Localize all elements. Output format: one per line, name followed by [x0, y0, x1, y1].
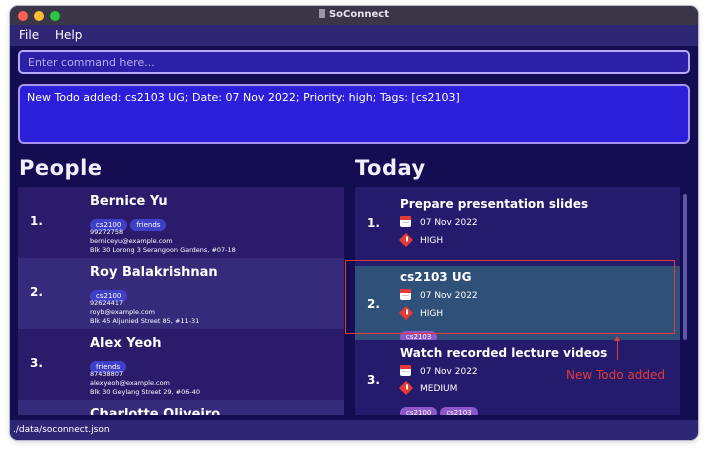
result-text: New Todo added: cs2103 UG; Date: 07 Nov …: [27, 91, 460, 104]
todo-date: 07 Nov 2022: [420, 367, 478, 377]
title-bar: SoConnect: [10, 6, 698, 25]
person-card[interactable]: 4. Charlotte Oliveiro: [18, 400, 344, 415]
priority-icon: [398, 232, 414, 248]
person-name: Alex Yeoh: [90, 336, 162, 351]
priority-icon: [398, 380, 414, 396]
window-title: SoConnect: [10, 9, 698, 20]
person-name: Roy Balakrishnan: [90, 265, 218, 280]
status-bar: ./data/soconnect.json: [10, 420, 698, 440]
todo-scrollbar[interactable]: [683, 194, 687, 340]
todo-card[interactable]: 1. Prepare presentation slides 07 Nov 20…: [355, 187, 680, 259]
priority-icon: [398, 305, 414, 321]
person-card[interactable]: 3. Alex Yeoh friends 87438807 alexyeoh@e…: [18, 329, 344, 400]
todo-index: 1.: [367, 216, 380, 230]
result-display: New Todo added: cs2103 UG; Date: 07 Nov …: [18, 84, 690, 144]
todo-priority: HIGH: [420, 236, 444, 246]
window-title-text: SoConnect: [328, 9, 389, 20]
tag: cs2100: [400, 407, 438, 415]
person-address: Blk 30 Lorong 3 Serangoon Gardens, #07-1…: [90, 246, 236, 254]
person-email: berniceyu@example.com: [90, 237, 173, 245]
person-card[interactable]: 1. Bernice Yu cs2100 friends 99272758 ber…: [18, 187, 344, 258]
people-list[interactable]: 1. Bernice Yu cs2100 friends 99272758 ber…: [18, 187, 344, 415]
todo-date: 07 Nov 2022: [420, 291, 478, 301]
person-name: Bernice Yu: [90, 194, 168, 209]
person-phone: 92624417: [90, 299, 124, 307]
person-email: royb@example.com: [90, 308, 155, 316]
todo-description: Watch recorded lecture videos: [400, 346, 608, 360]
document-icon: [318, 9, 325, 18]
todo-description: cs2103 UG: [400, 270, 472, 284]
person-name: Charlotte Oliveiro: [90, 407, 221, 415]
person-email: alexyeoh@example.com: [90, 379, 170, 387]
person-phone: 99272758: [90, 228, 124, 236]
todo-description: Prepare presentation slides: [400, 197, 589, 211]
person-address: Blk 30 Geylang Street 29, #06-40: [90, 388, 200, 396]
tag: cs2103: [440, 407, 478, 415]
todo-index: 2.: [367, 297, 380, 311]
person-card[interactable]: 2. Roy Balakrishnan cs2100 92624417 royb…: [18, 258, 344, 329]
todo-date: 07 Nov 2022: [420, 218, 478, 228]
person-index: 3.: [30, 356, 43, 370]
status-file-path: ./data/soconnect.json: [13, 425, 110, 435]
todo-priority: HIGH: [420, 309, 444, 319]
tag: friends: [130, 219, 167, 231]
person-phone: 87438807: [90, 370, 124, 378]
command-input[interactable]: [20, 52, 688, 72]
calendar-icon: [400, 365, 411, 376]
today-title: Today: [355, 156, 426, 180]
person-index: 1.: [30, 214, 43, 228]
menu-bar: File Help: [10, 25, 698, 46]
calendar-icon: [400, 289, 411, 300]
person-address: Blk 45 Aljunied Street 85, #11-31: [90, 317, 200, 325]
calendar-icon: [400, 216, 411, 227]
command-box[interactable]: [18, 50, 690, 74]
annotation-label: New Todo added: [566, 368, 665, 382]
todo-index: 3.: [367, 373, 380, 387]
todo-card-selected[interactable]: 2. cs2103 UG 07 Nov 2022 HIGH cs2103: [355, 266, 680, 343]
menu-help[interactable]: Help: [55, 28, 82, 42]
people-title: People: [19, 156, 103, 180]
annotation-arrow-icon: [614, 336, 620, 360]
todo-priority: MEDIUM: [420, 384, 458, 394]
person-index: 2.: [30, 285, 43, 299]
menu-file[interactable]: File: [19, 28, 39, 42]
todo-tags: cs2100 cs2103: [400, 400, 481, 415]
